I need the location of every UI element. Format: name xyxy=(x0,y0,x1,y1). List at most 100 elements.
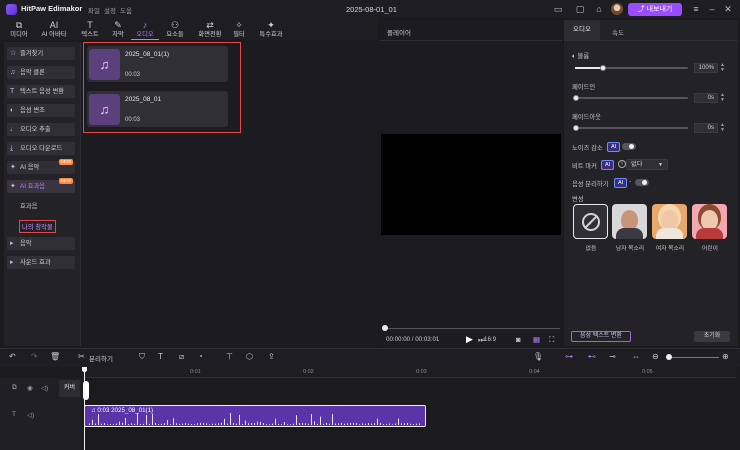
fade-out-value[interactable]: 0s xyxy=(694,123,718,133)
beat-marker-select[interactable]: 없다 ▼ xyxy=(626,159,668,170)
menu-file[interactable]: 파일 xyxy=(88,5,100,15)
menu-settings[interactable]: 설정 xyxy=(104,5,116,15)
zoom-in-icon[interactable]: ⊕ xyxy=(722,352,729,361)
tab-audio-props[interactable]: 오디오 xyxy=(564,20,600,40)
undo-icon[interactable]: ↶ xyxy=(9,352,16,361)
monitor-icon[interactable]: ▭ xyxy=(552,3,564,15)
sidebar-item-download-audio[interactable]: ⤓ 오디오 다운로드 xyxy=(7,142,75,155)
sidebar-item-voice-changer[interactable]: ◐ 음성 변조 xyxy=(7,104,75,117)
tab-media[interactable]: ⧉ 미디어 xyxy=(5,18,33,40)
shield-icon[interactable]: ⛉ xyxy=(139,352,145,362)
tab-subtitle[interactable]: ✎ 자막 xyxy=(104,18,132,40)
playhead[interactable] xyxy=(84,367,85,450)
voice-option-female[interactable] xyxy=(652,204,687,239)
play-button[interactable]: ▶ xyxy=(466,334,473,345)
tab-audio[interactable]: ♪ 오디오 xyxy=(131,18,159,40)
sidebar-item-label: AI 음악 xyxy=(20,164,40,171)
grid-icon[interactable]: ▦ xyxy=(533,335,540,344)
redo-icon[interactable]: ↷ xyxy=(31,352,38,361)
reset-button[interactable]: 초기화 xyxy=(694,331,730,342)
track-mute-icon[interactable]: ◁) xyxy=(41,384,48,392)
sidebar-sub-sfx[interactable]: 효과음 xyxy=(20,201,37,210)
media-card[interactable]: ♫ 2025_08_01(1) 00:03 xyxy=(87,46,228,82)
voice-option-child[interactable] xyxy=(692,204,727,239)
user-avatar[interactable] xyxy=(611,3,623,15)
caption-icon[interactable]: ⊤ xyxy=(226,352,233,361)
split-button[interactable]: 분리하기 xyxy=(89,353,113,363)
tab-effects[interactable]: ✦ 특수효과 xyxy=(255,18,287,40)
menu-icon[interactable]: ≡ xyxy=(690,3,702,15)
voice-option-male[interactable] xyxy=(612,204,647,239)
voice-to-text-button[interactable]: 음성 텍스트 변환 xyxy=(571,331,631,342)
sidebar-item-tts[interactable]: T 텍스트 음성 변환 xyxy=(7,85,75,98)
info-icon[interactable]: i xyxy=(618,160,626,168)
tab-elements[interactable]: ⚇ 요소들 xyxy=(161,18,189,40)
minimize-icon[interactable]: – xyxy=(706,3,718,15)
cover-button[interactable]: 커버 xyxy=(59,380,80,397)
voice-option-none[interactable] xyxy=(573,204,608,239)
fade-out-slider[interactable] xyxy=(575,127,688,129)
track-lock-icon[interactable]: ⧉ xyxy=(12,384,17,392)
delete-icon[interactable]: 🗑︎ xyxy=(50,352,60,361)
scrub-bar[interactable] xyxy=(385,328,560,329)
export-button[interactable]: ⤴ 내보내기 xyxy=(628,3,682,16)
sidebar-item-extract-audio[interactable]: ♩ 오디오 추출 xyxy=(7,123,75,136)
media-icon: ⧉ xyxy=(15,20,23,30)
tab-text[interactable]: T 텍스트 xyxy=(76,18,104,40)
zoom-out-icon[interactable]: ⊖ xyxy=(652,352,659,361)
stepper-icon[interactable]: ▲ ▼ xyxy=(720,93,728,103)
fullscreen-icon[interactable]: ⛶ xyxy=(549,335,554,345)
link-icon[interactable]: ⊷ xyxy=(588,352,596,361)
close-icon[interactable]: ✕ xyxy=(722,3,734,15)
fade-in-slider-handle[interactable] xyxy=(573,95,579,101)
sidebar-item-favorites[interactable]: ☆ 즐겨찾기 xyxy=(7,47,75,60)
track-mute-icon[interactable]: ◁) xyxy=(27,411,34,419)
crop-icon[interactable]: ⧄ xyxy=(179,352,184,362)
sidebar-item-ai-sfx[interactable]: ✦ AI 효과음 NEW xyxy=(7,178,75,193)
timeline-ruler[interactable] xyxy=(84,367,736,378)
speed-icon[interactable]: ◔ xyxy=(198,352,203,361)
gift-icon[interactable]: ⌂ xyxy=(593,3,605,15)
voice-separation-toggle[interactable] xyxy=(635,179,649,186)
video-preview[interactable] xyxy=(381,134,561,235)
sidebar-item-ai-music[interactable]: ✦ AI 음악 NEW xyxy=(7,159,75,174)
stepper-icon[interactable]: ▲ ▼ xyxy=(720,123,728,133)
sidebar-item-music-clone[interactable]: ♫ 음악 클론 xyxy=(7,66,75,79)
noise-reduction-toggle[interactable] xyxy=(622,143,636,150)
export-clip-icon[interactable]: ⇪ xyxy=(268,352,275,361)
chat-icon[interactable]: ▢ xyxy=(574,3,586,15)
zoom-slider[interactable] xyxy=(666,357,719,358)
tab-filter[interactable]: ✧ 필터 xyxy=(225,18,253,40)
fit-icon[interactable]: ⇔ xyxy=(632,352,640,361)
tab-ai-avatar[interactable]: AI AI 아바타 xyxy=(38,18,70,40)
aspect-ratio-select[interactable]: 16:9 xyxy=(484,336,496,343)
tab-label: 필터 xyxy=(233,31,245,38)
snapshot-icon[interactable]: ◙ xyxy=(516,335,521,344)
sidebar-item-music[interactable]: ▸ 음악 xyxy=(7,237,75,250)
track-visibility-icon[interactable]: ◉ xyxy=(27,384,33,392)
mic-record-icon[interactable]: 🎙︎ xyxy=(533,352,543,361)
fade-in-value[interactable]: 0s xyxy=(694,93,718,103)
scrub-handle[interactable] xyxy=(382,325,388,331)
scissors-icon[interactable]: ✂ xyxy=(78,352,85,361)
sidebar-sub-my-creations[interactable]: 나의 창작물 xyxy=(19,220,56,233)
tab-speed[interactable]: 속도 xyxy=(612,27,624,37)
sidebar-item-sound-effects[interactable]: ▸ 사운드 효과 xyxy=(7,256,75,269)
tab-transition[interactable]: ⇄ 화면전환 xyxy=(194,18,226,40)
media-card[interactable]: ♫ 2025_08_01 00:03 xyxy=(87,91,228,127)
fade-out-slider-handle[interactable] xyxy=(573,125,579,131)
fade-in-slider[interactable] xyxy=(575,97,688,99)
magnet-icon[interactable]: ⊶ xyxy=(565,352,573,361)
stepper-icon[interactable]: ▲ ▼ xyxy=(720,63,728,73)
snap-icon[interactable]: ⊸ xyxy=(609,352,616,361)
volume-slider[interactable] xyxy=(575,67,688,69)
waveform-bar xyxy=(128,424,129,425)
waveform-bar xyxy=(389,423,390,425)
menu-help[interactable]: 도움 xyxy=(120,5,132,15)
waveform-bar xyxy=(332,413,333,425)
zoom-slider-handle[interactable] xyxy=(666,354,672,360)
text-tool-icon[interactable]: T xyxy=(158,352,163,361)
track-text-icon[interactable]: T xyxy=(12,411,16,418)
volume-value[interactable]: 100% xyxy=(694,63,718,73)
sticker-icon[interactable]: ⬡ xyxy=(246,352,253,361)
